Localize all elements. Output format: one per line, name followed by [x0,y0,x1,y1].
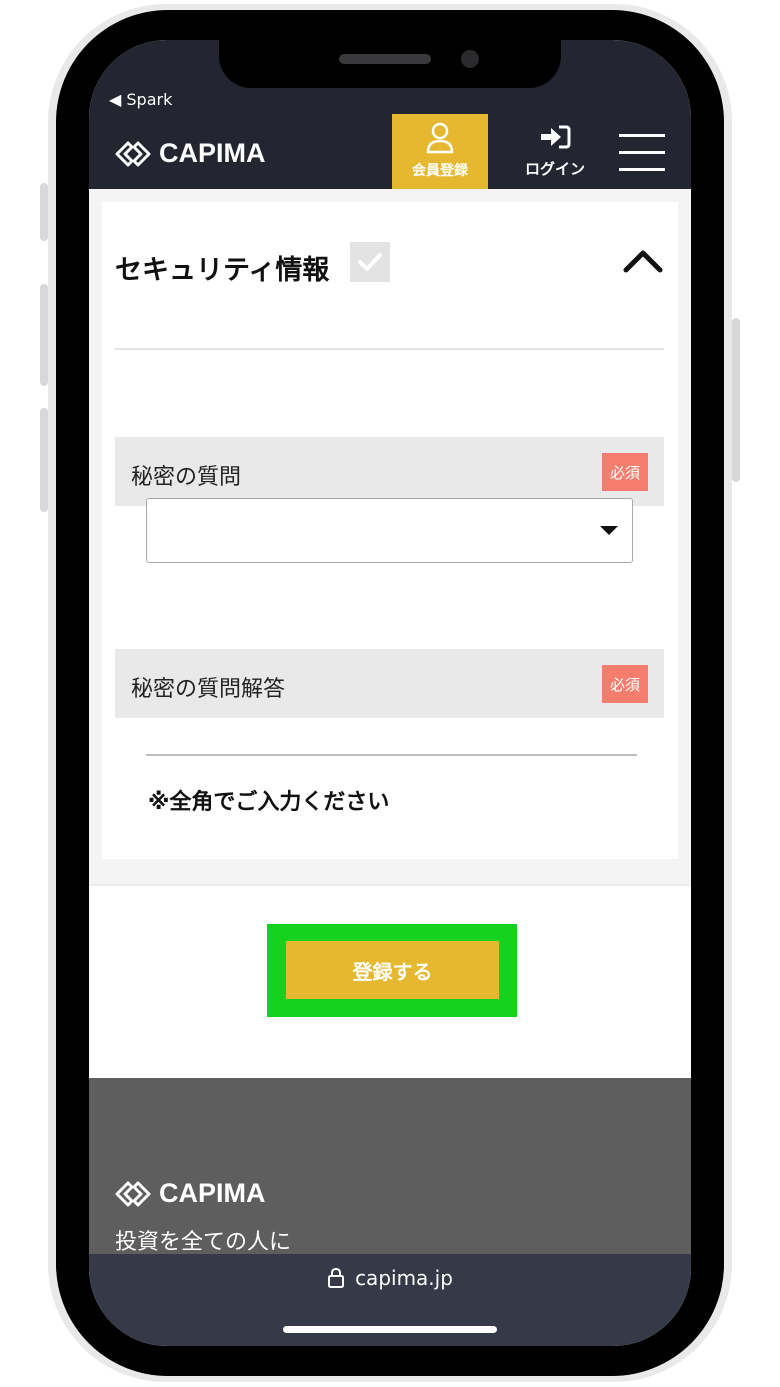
volume-down-button [40,408,48,512]
lock-icon [328,1267,345,1288]
footer-tagline: 投資を全ての人に [115,1230,292,1255]
hamburger-menu-icon[interactable] [619,134,667,172]
notch [219,40,561,88]
footer-logo-text: CAPIMA [159,1178,266,1208]
silent-switch [40,183,48,241]
back-to-spark-link[interactable]: ◀ Spark [109,90,172,109]
volume-up-button [40,284,48,386]
section-complete-check-icon [350,242,390,282]
address-display[interactable]: capima.jp [89,1266,691,1290]
secret-answer-input[interactable] [146,722,637,756]
login-icon [541,125,571,149]
register-label: 会員登録 [412,163,468,179]
camera [461,50,479,68]
browser-url-bar[interactable]: capima.jp [89,1254,691,1346]
register-button[interactable]: 会員登録 [392,114,488,189]
site-logo[interactable]: CAPIMA [115,138,266,169]
capima-logo-icon [115,1181,151,1206]
secret-answer-label: 秘密の質問解答 [131,677,286,702]
home-indicator[interactable] [283,1326,497,1333]
speaker [339,54,431,64]
capima-logo-icon [115,141,151,166]
section-divider [115,348,664,350]
logo-text: CAPIMA [159,138,266,168]
site-footer: CAPIMA 投資を全ての人に [89,1078,691,1255]
login-button[interactable]: ログイン [517,124,593,184]
screen: ◀ Spark CAPIMA 会員登録 ログイン セキュリティ情報 秘密の質問 … [89,40,691,1346]
section-title: セキュリティ情報 [115,255,330,286]
required-badge: 必須 [602,665,648,703]
secret-question-label: 秘密の質問 [131,465,242,490]
footer-logo[interactable]: CAPIMA [115,1178,266,1209]
input-note: ※全角でご入力ください [148,790,390,815]
security-info-card: セキュリティ情報 秘密の質問 必須 秘密の質問解答 必須 ※全角でご入力ください [102,202,678,859]
login-label: ログイン [524,160,585,178]
caret-down-icon [600,526,618,535]
secret-question-select[interactable] [146,498,633,563]
secret-question-header: 秘密の質問 必須 [115,437,664,506]
url-text: capima.jp [355,1266,453,1290]
required-badge: 必須 [602,453,648,491]
user-icon [426,122,454,154]
secret-answer-header: 秘密の質問解答 必須 [115,649,664,718]
power-button [732,318,740,482]
chevron-up-icon[interactable] [622,246,664,274]
content-divider [89,884,691,886]
submit-register-button[interactable]: 登録する [286,941,499,999]
